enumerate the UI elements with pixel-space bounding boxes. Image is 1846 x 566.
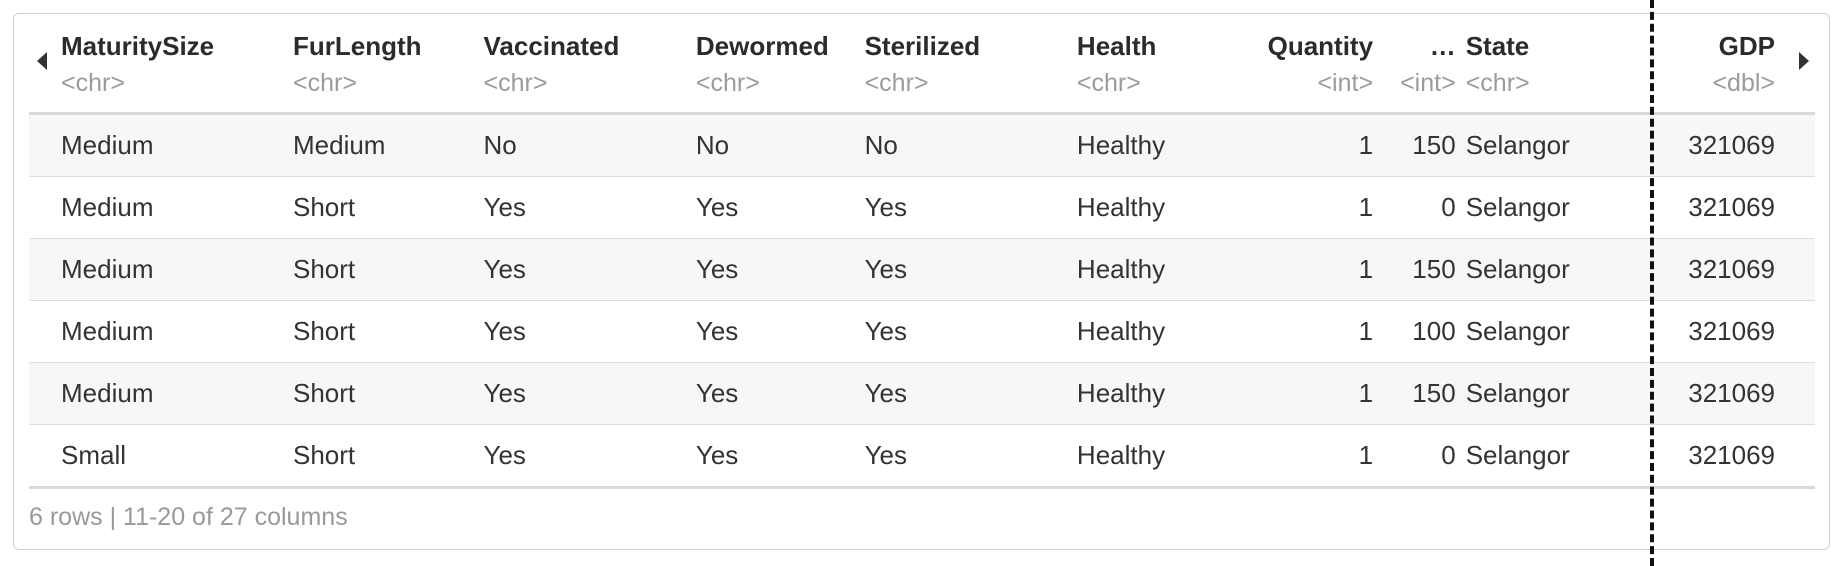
table-cell: 100 [1373,300,1456,363]
column-header-maturitysize[interactable]: MaturitySize <chr> [29,16,293,114]
table-cell: Medium [292,113,484,177]
column-header-sterilized[interactable]: Sterilized <chr> [865,16,1077,114]
table-cell: Short [292,176,484,239]
table-cell: Medium [29,176,293,239]
table-cell: Selangor [1455,238,1623,301]
table-cell: Yes [864,424,1077,489]
table-cell: Yes [864,176,1077,239]
table-cell: No [864,113,1077,177]
table-cell: Yes [695,238,865,301]
table-cell: Healthy [1076,176,1240,239]
column-name: Sterilized [864,31,981,61]
column-type: <chr> [61,69,125,97]
table-cell: Yes [695,176,865,239]
table-cell: Yes [483,424,696,489]
column-header-state[interactable]: State <chr> [1456,16,1622,114]
table-cell: No [483,113,696,177]
table-cell: Medium [29,238,293,301]
table-row: Medium Short Yes Yes Yes Healthy 1 100 Selangor 3… [29,300,1815,363]
table-cell: Medium [29,300,293,363]
column-type: <chr> [695,69,760,97]
table-cell: Yes [695,300,865,363]
table-cell: Yes [483,300,696,363]
table-cell: Healthy [1076,300,1240,363]
table-summary: 6 rows | 11-20 of 27 columns [29,503,348,531]
table-cell: 1 [1239,176,1374,239]
table-cell: Yes [483,238,696,301]
column-type: <int> [1317,69,1374,97]
column-divider [1650,0,1654,566]
table-cell: Yes [695,424,865,489]
column-header-vaccinated[interactable]: Vaccinated <chr> [484,16,696,114]
column-name: FurLength [292,31,422,61]
column-type: <int> [1400,69,1456,97]
column-header-dewormed[interactable]: Dewormed <chr> [696,16,865,114]
column-header-collapsed[interactable]: … <int> [1373,16,1456,114]
column-type: <chr> [1076,69,1141,97]
column-type: <chr> [292,69,357,97]
table-cell: 0 [1373,176,1456,239]
table-cell: Short [292,300,484,363]
column-type: <chr> [864,69,929,97]
table-cell: 150 [1373,362,1456,425]
table-cell: Short [292,238,484,301]
table-cell: 0 [1373,424,1456,489]
table-cell: Healthy [1076,238,1240,301]
table-cell: Yes [695,362,865,425]
column-name: Health [1076,31,1157,61]
column-name: … [1429,31,1456,61]
table-cell: Short [292,362,484,425]
table-cell: 1 [1239,362,1374,425]
table-cell: Selangor [1455,424,1623,489]
column-name: Dewormed [695,31,829,61]
table-cell: Yes [864,238,1077,301]
table-row: Medium Short Yes Yes Yes Healthy 1 0 Selangor 321… [29,176,1815,239]
table-cell: Medium [29,113,293,177]
table-cell: Selangor [1455,362,1623,425]
column-name: MaturitySize [61,31,215,61]
table-cell: Selangor [1455,176,1623,239]
table-cell: 150 [1373,238,1456,301]
column-type: <chr> [483,69,548,97]
table-cell: Yes [864,300,1077,363]
table-cell: No [695,113,865,177]
table-cell: Selangor [1455,300,1623,363]
column-type: <chr> [1465,69,1530,97]
table-cell: 1 [1239,300,1374,363]
table-row: Medium Short Yes Yes Yes Healthy 1 150 Selangor 3… [29,238,1815,301]
table-cell: Healthy [1076,424,1240,489]
table-cell: 1 [1239,424,1374,489]
column-name: State [1465,31,1530,61]
table-cell: Small [29,424,293,489]
column-name: Quantity [1267,31,1374,61]
table-cell: Selangor [1455,113,1623,177]
table-cell: Short [292,424,484,489]
table-cell: Yes [864,362,1077,425]
table-cell: Healthy [1076,113,1240,177]
table-cell: Medium [29,362,293,425]
table-cell: 1 [1239,238,1374,301]
table-cell: Healthy [1076,362,1240,425]
column-header-furlength[interactable]: FurLength <chr> [293,16,484,114]
table-cell: 150 [1373,113,1456,177]
table-cell: 1 [1239,113,1374,177]
column-header-quantity[interactable]: Quantity <int> [1240,16,1373,114]
column-name: Vaccinated [483,31,620,61]
table-header-row: MaturitySize <chr> FurLength <chr> Vacci… [29,16,1815,114]
table-row: Medium Medium No No No Healthy 1 150 Selangor 321… [29,113,1815,177]
table-row: Medium Short Yes Yes Yes Healthy 1 150 Selangor 3… [29,362,1815,425]
column-header-health[interactable]: Health <chr> [1077,16,1240,114]
column-name: GDP [1718,31,1775,61]
data-table: MaturitySize <chr> FurLength <chr> Vacci… [29,16,1815,489]
table-row: Small Short Yes Yes Yes Healthy 1 0 Selangor 3210… [29,424,1815,489]
table-cell: Yes [483,362,696,425]
column-type: <dbl> [1712,69,1775,97]
table-cell: Yes [483,176,696,239]
